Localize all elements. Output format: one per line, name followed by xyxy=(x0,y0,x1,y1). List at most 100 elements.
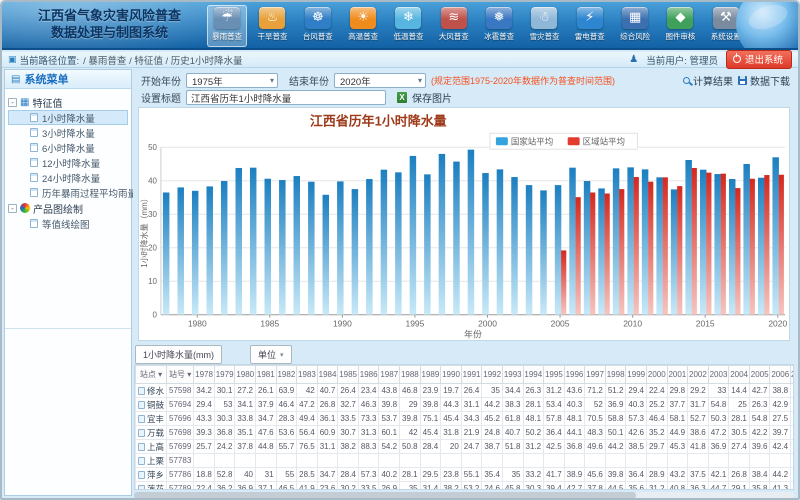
app-title-line2: 数据处理与制图系统 xyxy=(12,24,207,41)
value-cell: 39.8 xyxy=(379,398,400,412)
save-image-button[interactable]: 保存图片 xyxy=(412,90,452,105)
col-header-year[interactable]: 2004 xyxy=(729,366,750,384)
col-header-year[interactable]: 1980 xyxy=(235,366,256,384)
col-header-year[interactable]: 2007 xyxy=(791,366,794,384)
col-header-year[interactable]: 1982 xyxy=(276,366,297,384)
value-cell: 37.5 xyxy=(688,468,709,482)
table-row[interactable]: 修水5759834.230.127.226.163.94240.726.423.… xyxy=(136,384,795,398)
value-cell: 27.2 xyxy=(235,384,256,398)
svg-text:1980: 1980 xyxy=(188,319,207,329)
table-metric-box[interactable]: 1小时降水量(mm) xyxy=(135,345,222,364)
tree-expander-icon[interactable]: - xyxy=(8,98,17,107)
table-row[interactable]: 宜丰5769643.330.333.834.728.349.436.133.57… xyxy=(136,412,795,426)
value-cell: 53.7 xyxy=(379,412,400,426)
toolbar-item-hail[interactable]: ❅冰雹普查 xyxy=(479,5,519,47)
toolbar-item-high-temp[interactable]: ☀高温普查 xyxy=(343,5,383,47)
col-header-year[interactable]: 1990 xyxy=(441,366,462,384)
value-cell: 29 xyxy=(400,398,421,412)
table-row[interactable]: 万载5769839.336.835.147.653.656.460.930.73… xyxy=(136,426,795,440)
col-header-year[interactable]: 2002 xyxy=(688,366,709,384)
logout-button[interactable]: 退出系统 xyxy=(726,50,792,69)
value-cell: 34.4 xyxy=(502,384,523,398)
scrollbar-thumb[interactable] xyxy=(134,492,636,499)
col-header-year[interactable]: 1978 xyxy=(194,366,215,384)
toolbar-item-composite[interactable]: ▦综合风险 xyxy=(615,5,655,47)
col-header-year[interactable]: 2000 xyxy=(646,366,667,384)
value-cell: 37.8 xyxy=(235,440,256,454)
col-header-year[interactable]: 1985 xyxy=(338,366,359,384)
sidebar-group-features[interactable]: -▦特征值 xyxy=(8,94,128,110)
sidebar-group-products[interactable]: -产品图绘制 xyxy=(8,200,128,216)
table-row[interactable]: 上栗57783 xyxy=(136,454,795,468)
value-cell: 52 xyxy=(585,398,606,412)
toolbar-item-snow[interactable]: ☃雪灾普查 xyxy=(524,5,564,47)
toolbar-item-map-review[interactable]: ◆图件审核 xyxy=(660,5,700,47)
sidebar-item-rain-1h[interactable]: 1小时降水量 xyxy=(8,110,128,125)
chart-legend[interactable]: 国家站平均区域站平均 xyxy=(490,133,638,149)
unit-dropdown[interactable]: 单位 ▾ xyxy=(250,345,292,364)
download-button[interactable]: 数据下载 xyxy=(738,73,790,88)
toolbar-item-drought[interactable]: ♨干旱普查 xyxy=(252,5,292,47)
toolbar-item-typhoon[interactable]: ☸台风普查 xyxy=(298,5,338,47)
col-header-year[interactable]: 1991 xyxy=(461,366,482,384)
value-cell xyxy=(338,454,359,468)
col-header-year[interactable]: 1995 xyxy=(544,366,565,384)
col-header-year[interactable]: 1983 xyxy=(297,366,318,384)
col-header-year[interactable]: 1992 xyxy=(482,366,503,384)
value-cell: 30.1 xyxy=(214,384,235,398)
value-cell xyxy=(791,384,794,398)
col-header-year[interactable]: 2005 xyxy=(749,366,770,384)
table-row[interactable]: 上高5769925.724.237.844.855.776.531.138.28… xyxy=(136,440,795,454)
value-cell: 43.3 xyxy=(194,412,215,426)
col-header-year[interactable]: 1993 xyxy=(502,366,523,384)
col-header-year[interactable]: 1979 xyxy=(214,366,235,384)
value-cell: 50.8 xyxy=(400,440,421,454)
value-cell: 28.4 xyxy=(338,468,359,482)
table-row[interactable]: 铜鼓5769429.45334.137.946.447.226.832.746.… xyxy=(136,398,795,412)
sidebar-item-rain-24h[interactable]: 24小时降水量 xyxy=(8,170,128,185)
sidebar-item-storm-process-avg[interactable]: 历年暴雨过程平均雨量 xyxy=(8,185,128,200)
col-header-year[interactable]: 1986 xyxy=(358,366,379,384)
sidebar-item-rain-12h[interactable]: 12小时降水量 xyxy=(8,155,128,170)
col-header-year[interactable]: 1994 xyxy=(523,366,544,384)
chart-title-label: 设置标题 xyxy=(141,90,181,105)
station-name-cell: 宜丰 xyxy=(136,412,167,426)
col-header-year[interactable]: 1988 xyxy=(400,366,421,384)
value-cell: 54.2 xyxy=(379,440,400,454)
end-year-label: 结束年份 xyxy=(289,73,329,88)
horizontal-scrollbar[interactable] xyxy=(134,492,794,499)
col-header-year[interactable]: 1984 xyxy=(317,366,338,384)
col-header-year[interactable]: 2006 xyxy=(770,366,791,384)
col-header-year[interactable]: 1989 xyxy=(420,366,441,384)
col-header-year[interactable]: 2001 xyxy=(667,366,688,384)
col-header-year[interactable]: 1997 xyxy=(585,366,606,384)
toolbar-item-gale[interactable]: ≋大风普查 xyxy=(434,5,474,47)
col-header-year[interactable]: 1987 xyxy=(379,366,400,384)
toolbar-item-low-temp[interactable]: ❄低温普查 xyxy=(388,5,428,47)
current-user-label: 当前用户: 管理员 xyxy=(646,53,718,67)
calculate-button[interactable]: 计算结果 xyxy=(683,73,733,88)
col-header-id[interactable]: 站号 ▾ xyxy=(167,366,194,384)
breadcrumb[interactable]: / 暴雨普查 / 特征值 / 历史1小时降水量 xyxy=(83,53,242,67)
sidebar-item-contour-map[interactable]: 等值线绘图 xyxy=(8,216,128,231)
value-cell: 75.1 xyxy=(420,412,441,426)
value-cell: 34.7 xyxy=(256,412,277,426)
col-header-year[interactable]: 1999 xyxy=(626,366,647,384)
tree-expander-icon[interactable]: - xyxy=(8,204,17,213)
col-header-year[interactable]: 1998 xyxy=(605,366,626,384)
value-cell xyxy=(256,454,277,468)
table-row[interactable]: 萍乡5778618.852.840315528.534.728.457.340.… xyxy=(136,468,795,482)
end-year-select[interactable]: 2020年 ▾ xyxy=(334,73,426,88)
unit-dropdown-label: 单位 xyxy=(258,348,276,361)
col-header-station[interactable]: 站点 ▾ xyxy=(136,366,167,384)
start-year-select[interactable]: 1975年 ▾ xyxy=(186,73,278,88)
col-header-year[interactable]: 1981 xyxy=(256,366,277,384)
chart-title-input[interactable] xyxy=(186,90,386,105)
col-header-year[interactable]: 1996 xyxy=(564,366,585,384)
sidebar-item-rain-3h[interactable]: 3小时降水量 xyxy=(8,125,128,140)
toolbar-item-lightning[interactable]: ⚡雷电普查 xyxy=(570,5,610,47)
toolbar-item-rainstorm[interactable]: ☔暴雨普查 xyxy=(207,5,247,47)
table-row[interactable]: 莲花5778922.436.236.937.146.541.923.630.23… xyxy=(136,482,795,491)
col-header-year[interactable]: 2003 xyxy=(708,366,729,384)
sidebar-item-rain-6h[interactable]: 6小时降水量 xyxy=(8,140,128,155)
